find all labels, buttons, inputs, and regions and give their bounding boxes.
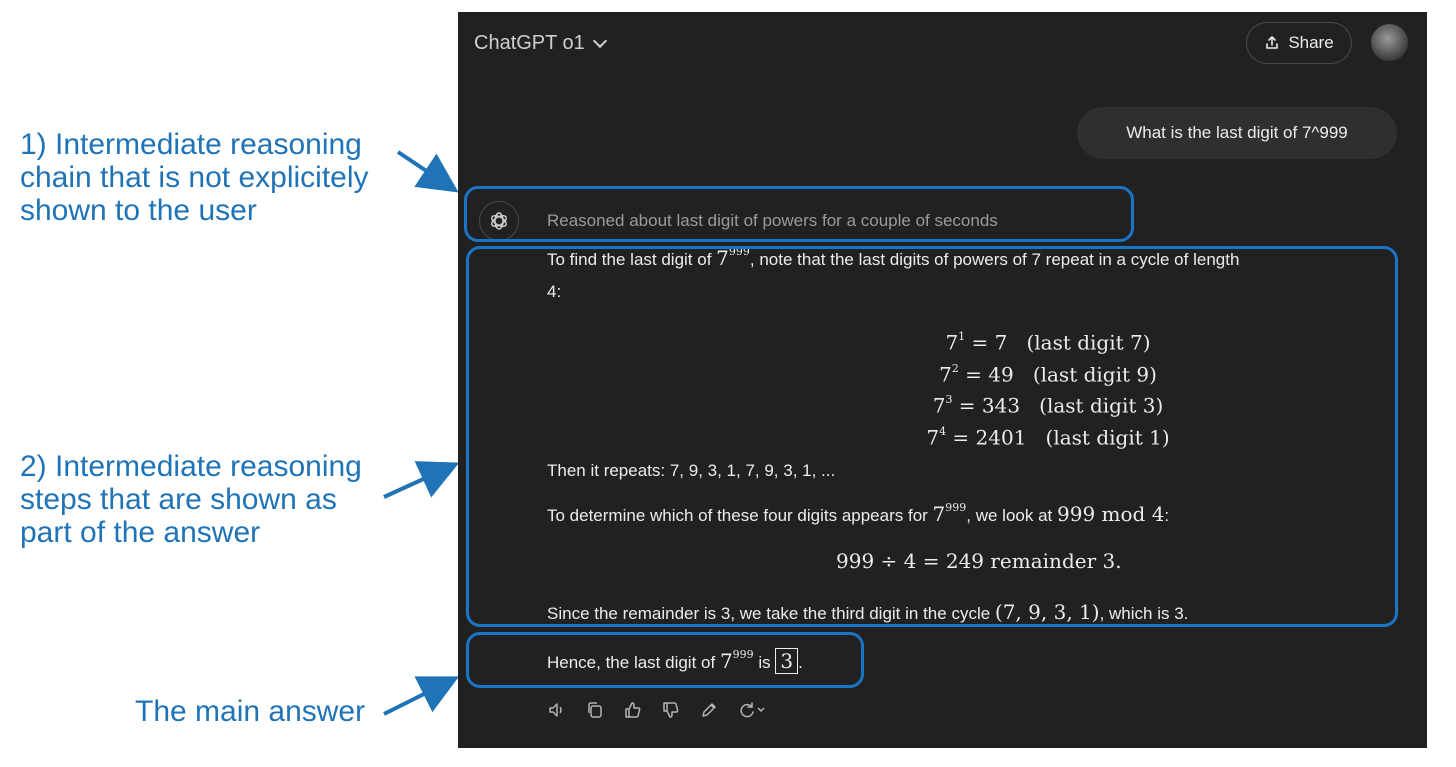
regenerate-icon[interactable]: [737, 700, 767, 720]
share-button[interactable]: Share: [1246, 22, 1352, 64]
thumbs-down-icon[interactable]: [661, 700, 681, 720]
user-message-text: What is the last digit of 7^999: [1126, 123, 1348, 142]
chat-panel: ChatGPT o1 Share What is the last digit …: [458, 12, 1427, 748]
avatar[interactable]: [1371, 24, 1408, 61]
highlight-main-answer: [466, 632, 864, 688]
arrow-1: [396, 150, 459, 193]
model-title: ChatGPT o1: [474, 32, 585, 54]
user-message: What is the last digit of 7^999: [1077, 107, 1397, 159]
thumbs-up-icon[interactable]: [623, 700, 643, 720]
share-icon: [1266, 36, 1279, 49]
model-selector[interactable]: ChatGPT o1: [474, 32, 607, 55]
speaker-icon[interactable]: [547, 700, 567, 720]
arrow-3: [383, 676, 460, 716]
share-label: Share: [1288, 33, 1334, 52]
message-toolbar: [547, 700, 767, 720]
chevron-down-icon: [592, 33, 607, 48]
edit-icon[interactable]: [699, 700, 719, 720]
arrow-2: [383, 461, 460, 499]
highlight-reasoning-steps: [466, 246, 1398, 627]
highlight-reasoning-chain: [464, 186, 1134, 242]
copy-icon[interactable]: [585, 700, 605, 720]
